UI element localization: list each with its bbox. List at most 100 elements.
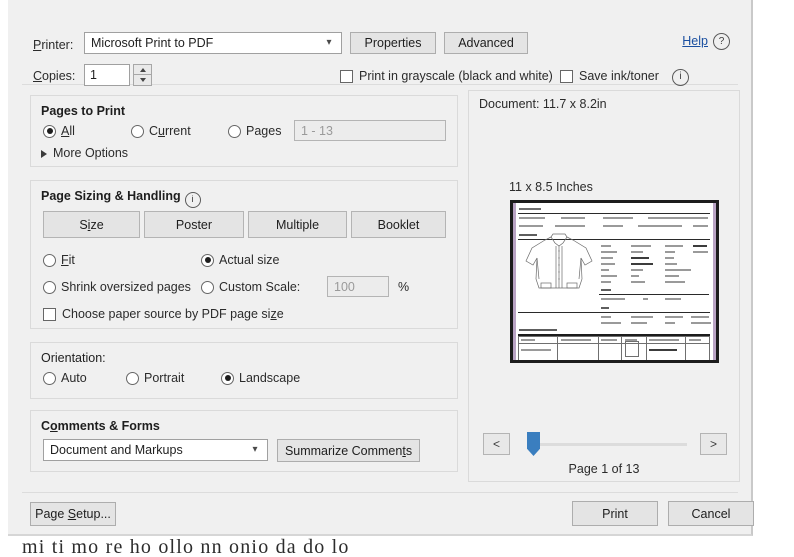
size-button[interactable]: Size	[43, 211, 140, 238]
comments-forms-select[interactable]: Document and Markups ▾	[43, 439, 268, 461]
booklet-button-label: Booklet	[377, 217, 420, 232]
radio-icon	[201, 280, 214, 294]
preview-pane: Document: 11.7 x 8.2in 11 x 8.5 Inches <…	[468, 90, 740, 482]
radio-icon	[126, 371, 139, 385]
orientation-title: Orientation:	[41, 351, 106, 365]
radio-icon	[201, 253, 214, 267]
print-grayscale-checkbox[interactable]: Print in grayscale (black and white)	[340, 69, 553, 83]
choose-paper-source-label: Choose paper source by PDF page size	[62, 307, 284, 321]
chevron-down-icon: ▾	[326, 37, 332, 48]
advanced-button-label: Advanced	[458, 36, 514, 50]
radio-actual-size[interactable]: Actual size	[201, 253, 279, 267]
triangle-down-icon[interactable]	[133, 75, 152, 86]
poster-button-label: Poster	[175, 217, 213, 232]
page-indicator: Page 1 of 13	[568, 462, 640, 476]
checkbox-icon	[560, 69, 573, 83]
radio-all-label: All	[61, 124, 75, 138]
radio-actual-size-label: Actual size	[219, 253, 280, 267]
question-mark-icon[interactable]: ?	[713, 33, 730, 50]
save-ink-label: Save ink/toner	[579, 69, 659, 83]
radio-icon	[43, 253, 56, 267]
info-icon[interactable]: i	[672, 69, 689, 86]
properties-button[interactable]: Properties	[350, 32, 436, 54]
summarize-comments-label: Summarize Comments	[284, 443, 413, 458]
print-button-label: Print	[602, 506, 628, 521]
copies-label: Copies:	[33, 69, 76, 83]
comments-forms-title: Comments & Forms	[41, 419, 160, 433]
radio-landscape[interactable]: Landscape	[221, 371, 300, 385]
pages-to-print-title: Pages to Print	[41, 104, 126, 118]
thumbnail-accent-right	[713, 203, 716, 360]
radio-portrait-label: Portrait	[144, 371, 185, 385]
radio-current-label: Current	[149, 124, 191, 138]
radio-shrink-oversized[interactable]: Shrink oversized pages	[43, 280, 191, 294]
cancel-button-label: Cancel	[691, 506, 731, 521]
next-page-button[interactable]: >	[700, 433, 727, 455]
radio-icon	[228, 124, 241, 138]
pages-to-print-group: Pages to Print All Current Pages 1 - 13 …	[30, 95, 458, 167]
radio-icon	[221, 371, 234, 385]
page-slider-track[interactable]	[531, 443, 687, 446]
printer-select[interactable]: Microsoft Print to PDF ▾	[84, 32, 342, 54]
screen: Printer: Microsoft Print to PDF ▾ Proper…	[0, 0, 794, 557]
page-setup-button[interactable]: Page Setup...	[30, 502, 116, 526]
radio-icon	[43, 124, 56, 138]
print-dialog: Printer: Microsoft Print to PDF ▾ Proper…	[8, 0, 754, 536]
poster-button[interactable]: Poster	[144, 211, 244, 238]
summarize-comments-button[interactable]: Summarize Comments	[277, 439, 420, 462]
save-ink-checkbox[interactable]: Save ink/toner	[560, 69, 659, 83]
chevron-down-icon: ▾	[252, 444, 258, 455]
radio-icon	[131, 124, 144, 138]
custom-scale-input[interactable]: 100	[327, 276, 389, 297]
checkbox-icon	[43, 307, 56, 321]
comments-forms-value: Document and Markups	[50, 443, 183, 457]
shirt-illustration	[525, 233, 593, 289]
print-button[interactable]: Print	[572, 501, 658, 526]
thumbnail-accent-left	[513, 203, 516, 360]
radio-fit-label: Fit	[61, 253, 75, 267]
printer-select-value: Microsoft Print to PDF	[91, 36, 214, 50]
cancel-button[interactable]: Cancel	[668, 501, 754, 526]
radio-icon	[43, 280, 56, 294]
radio-auto-label: Auto	[61, 371, 87, 385]
advanced-button[interactable]: Advanced	[444, 32, 528, 54]
background-page-text: mi ti mo re ho ollo nn onio da do lo	[22, 536, 350, 557]
radio-icon	[43, 371, 56, 385]
page-thumbnail[interactable]	[510, 200, 719, 363]
radio-portrait[interactable]: Portrait	[126, 371, 184, 385]
print-grayscale-label: Print in grayscale (black and white)	[359, 69, 553, 83]
document-size-label: Document: 11.7 x 8.2in	[479, 97, 607, 111]
more-options-toggle[interactable]: More Options	[53, 146, 128, 160]
booklet-button[interactable]: Booklet	[351, 211, 446, 238]
checkbox-icon	[340, 69, 353, 83]
multiple-button-label: Multiple	[275, 217, 320, 232]
choose-paper-source-checkbox[interactable]: Choose paper source by PDF page size	[43, 307, 284, 321]
pages-range-input[interactable]: 1 - 13	[294, 120, 446, 141]
triangle-up-icon[interactable]	[133, 64, 152, 75]
size-button-label: Size	[79, 217, 104, 232]
radio-custom-scale[interactable]: Custom Scale:	[201, 280, 300, 294]
page-slider-thumb[interactable]	[527, 432, 540, 456]
radio-auto[interactable]: Auto	[43, 371, 87, 385]
info-icon[interactable]: i	[184, 192, 201, 208]
comments-forms-group: Comments & Forms Document and Markups ▾ …	[30, 410, 458, 472]
copies-input[interactable]: 1	[84, 64, 130, 86]
radio-pages[interactable]: Pages	[228, 124, 281, 138]
page-sizing-group: Page Sizing & Handling i Size Poster Mult…	[30, 180, 458, 329]
radio-current[interactable]: Current	[131, 124, 191, 138]
page-setup-button-label: Page Setup...	[35, 507, 111, 521]
radio-shrink-label: Shrink oversized pages	[61, 280, 191, 294]
radio-landscape-label: Landscape	[239, 371, 301, 385]
orientation-group: Orientation: Auto Portrait Landscape	[30, 342, 458, 399]
help-link[interactable]: Help	[682, 34, 708, 48]
radio-fit[interactable]: Fit	[43, 253, 75, 267]
multiple-button[interactable]: Multiple	[248, 211, 347, 238]
copies-stepper[interactable]	[133, 64, 152, 86]
paper-size-label: 11 x 8.5 Inches	[509, 180, 593, 194]
printer-label: Printer:	[33, 38, 74, 52]
radio-pages-label: Pages	[246, 124, 282, 138]
radio-custom-scale-label: Custom Scale:	[219, 280, 301, 294]
radio-all[interactable]: All	[43, 124, 75, 138]
previous-page-button[interactable]: <	[483, 433, 510, 455]
triangle-right-icon	[41, 150, 47, 158]
